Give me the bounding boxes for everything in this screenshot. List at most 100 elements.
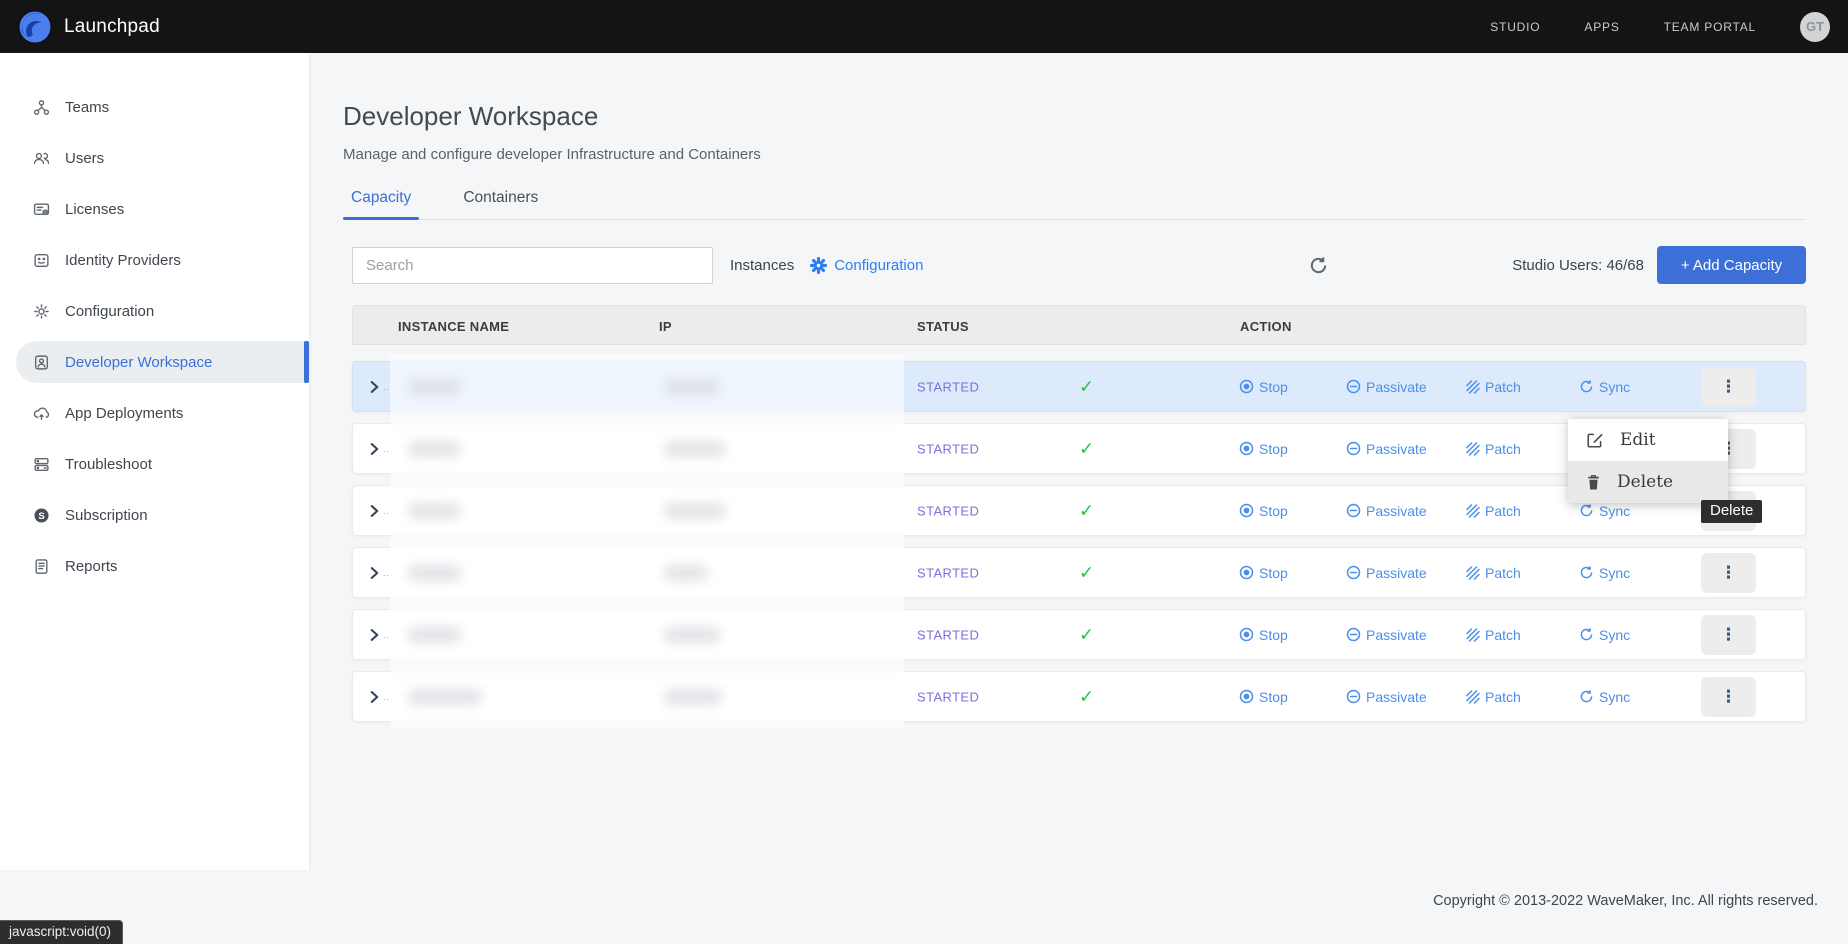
topnav-item-apps[interactable]: APPS <box>1584 20 1619 34</box>
expand-chevron-icon[interactable] <box>369 566 380 579</box>
stop-icon <box>1239 565 1254 580</box>
column-header-action: ACTION <box>1240 319 1292 334</box>
identity-icon <box>33 252 50 269</box>
expand-chevron-icon[interactable] <box>369 380 380 393</box>
gear-icon <box>33 303 50 320</box>
passivate-action[interactable]: Passivate <box>1346 627 1427 643</box>
svg-text:S: S <box>38 510 44 521</box>
stop-action[interactable]: Stop <box>1239 379 1288 395</box>
wavemaker-logo-icon <box>18 10 52 44</box>
add-capacity-button[interactable]: + Add Capacity <box>1657 246 1806 284</box>
table-header: INSTANCE NAMEIPSTATUSACTION <box>352 305 1806 345</box>
passivate-icon <box>1346 627 1361 642</box>
sync-action[interactable]: Sync <box>1579 689 1630 705</box>
patch-action[interactable]: Patch <box>1466 565 1521 581</box>
sidebar-item-label: Licenses <box>65 201 124 218</box>
patch-action[interactable]: Patch <box>1466 689 1521 705</box>
passivate-action[interactable]: Passivate <box>1346 379 1427 395</box>
topnav-item-team-portal[interactable]: TEAM PORTAL <box>1664 20 1756 34</box>
sidebar-item-app-deployments[interactable]: App Deployments <box>0 392 309 434</box>
topbar: Launchpad STUDIO APPS TEAM PORTAL GT <box>0 0 1848 53</box>
patch-icon <box>1466 690 1480 704</box>
instance-ip-redacted <box>664 565 708 581</box>
sync-action[interactable]: Sync <box>1579 379 1630 395</box>
passivate-action[interactable]: Passivate <box>1346 441 1427 457</box>
passivate-action[interactable]: Passivate <box>1346 503 1427 519</box>
sidebar-item-label: Configuration <box>65 303 154 320</box>
refresh-button[interactable] <box>1309 256 1328 275</box>
sidebar-item-configuration[interactable]: Configuration <box>0 290 309 332</box>
patch-icon <box>1466 504 1480 518</box>
passivate-action[interactable]: Passivate <box>1346 565 1427 581</box>
instances-label: Instances <box>730 257 794 274</box>
context-menu-delete[interactable]: Delete <box>1568 461 1728 503</box>
sync-icon <box>1579 503 1594 518</box>
teams-icon <box>33 99 50 116</box>
sidebar-item-troubleshoot[interactable]: Troubleshoot <box>0 443 309 485</box>
context-menu-edit[interactable]: Edit <box>1568 419 1728 461</box>
instance-name-redacted <box>408 379 461 395</box>
stop-icon <box>1239 503 1254 518</box>
patch-action[interactable]: Patch <box>1466 627 1521 643</box>
sidebar-item-teams[interactable]: Teams <box>0 86 309 128</box>
sidebar-item-identity-providers[interactable]: Identity Providers <box>0 239 309 281</box>
toolbar: Instances Configuration <box>352 246 1806 284</box>
instance-name-redacted <box>408 627 461 643</box>
sidebar-item-label: Troubleshoot <box>65 456 152 473</box>
search-input[interactable] <box>352 247 713 284</box>
avatar[interactable]: GT <box>1800 12 1830 42</box>
sync-action[interactable]: Sync <box>1579 503 1630 519</box>
sidebar-item-label: Users <box>65 150 104 167</box>
tab-containers[interactable]: Containers <box>455 189 546 219</box>
expand-chevron-icon[interactable] <box>369 442 380 455</box>
passivate-action[interactable]: Passivate <box>1346 689 1427 705</box>
patch-action[interactable]: Patch <box>1466 441 1521 457</box>
sidebar-item-licenses[interactable]: Licenses <box>0 188 309 230</box>
table-row[interactable]: .. STARTED ✓ Stop Passivate Patch Sync ⋮ <box>352 671 1806 722</box>
deployments-icon <box>33 405 50 422</box>
brand[interactable]: Launchpad <box>18 10 160 44</box>
table-row[interactable]: .. STARTED ✓ Stop Passivate Patch Sync ⋮ <box>352 609 1806 660</box>
row-menu-button[interactable]: ⋮ <box>1701 367 1756 407</box>
licenses-icon <box>33 201 50 218</box>
sidebar-item-label: Reports <box>65 558 118 575</box>
stop-action[interactable]: Stop <box>1239 441 1288 457</box>
instance-name-redacted <box>408 565 461 581</box>
expand-chevron-icon[interactable] <box>369 628 380 641</box>
stop-action[interactable]: Stop <box>1239 565 1288 581</box>
sidebar-item-subscription[interactable]: S Subscription <box>0 494 309 536</box>
app-title: Launchpad <box>64 16 160 38</box>
truncated-text: .. <box>383 444 390 454</box>
sidebar-item-users[interactable]: Users <box>0 137 309 179</box>
expand-chevron-icon[interactable] <box>369 504 380 517</box>
stop-action[interactable]: Stop <box>1239 689 1288 705</box>
refresh-icon <box>1309 256 1328 275</box>
page-title: Developer Workspace <box>343 101 1806 132</box>
sidebar: Teams Users Licenses Identity Providers … <box>0 53 309 870</box>
top-navigation: STUDIO APPS TEAM PORTAL GT <box>1490 12 1830 42</box>
sidebar-item-reports[interactable]: Reports <box>0 545 309 587</box>
configuration-link[interactable]: Configuration <box>810 257 923 274</box>
table-row[interactable]: .. STARTED ✓ Stop Passivate Patch Sync ⋮ <box>352 361 1806 412</box>
expand-chevron-icon[interactable] <box>369 690 380 703</box>
patch-action[interactable]: Patch <box>1466 379 1521 395</box>
sync-action[interactable]: Sync <box>1579 627 1630 643</box>
passivate-icon <box>1346 689 1361 704</box>
row-menu-button[interactable]: ⋮ <box>1701 553 1756 593</box>
healthy-check-icon: ✓ <box>1079 624 1094 645</box>
tab-capacity[interactable]: Capacity <box>343 189 419 219</box>
column-header-status: STATUS <box>917 319 969 334</box>
table-row[interactable]: .. STARTED ✓ Stop Passivate Patch Sync ⋮ <box>352 547 1806 598</box>
sync-action[interactable]: Sync <box>1579 565 1630 581</box>
instance-name-redacted <box>408 503 461 519</box>
row-menu-button[interactable]: ⋮ <box>1701 677 1756 717</box>
stop-action[interactable]: Stop <box>1239 627 1288 643</box>
sidebar-item-developer-workspace[interactable]: Developer Workspace <box>16 341 309 383</box>
patch-action[interactable]: Patch <box>1466 503 1521 519</box>
sync-icon <box>1579 689 1594 704</box>
stop-action[interactable]: Stop <box>1239 503 1288 519</box>
row-menu-button[interactable]: ⋮ <box>1701 615 1756 655</box>
patch-icon <box>1466 442 1480 456</box>
instance-ip-redacted <box>664 627 720 643</box>
topnav-item-studio[interactable]: STUDIO <box>1490 20 1540 34</box>
